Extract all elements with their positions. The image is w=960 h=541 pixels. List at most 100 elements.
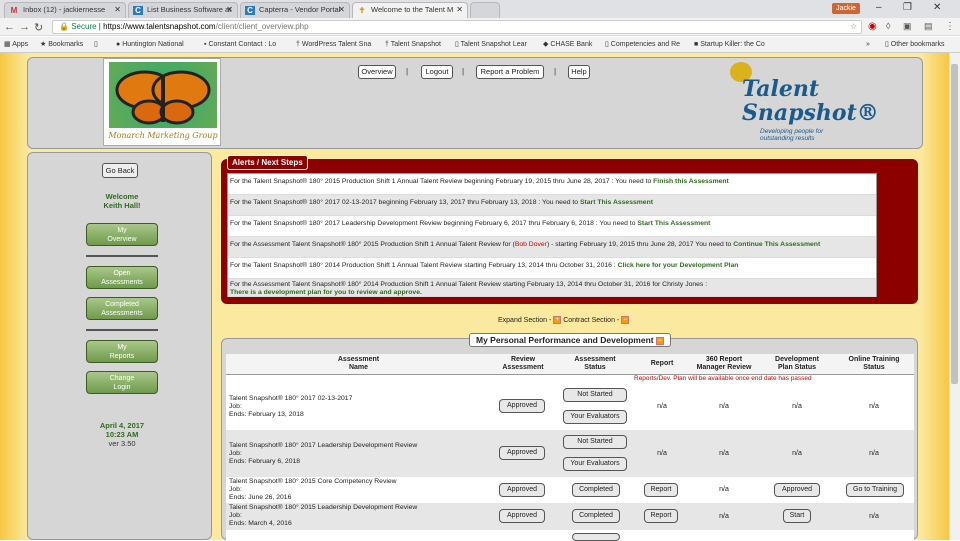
review-approved-button[interactable]: Approved bbox=[499, 446, 545, 460]
sidebar-divider bbox=[86, 329, 158, 331]
alert-link[interactable]: There is a development plan for you to r… bbox=[230, 289, 422, 296]
dev-plan-approved-button[interactable]: Approved bbox=[774, 483, 820, 497]
alert-link[interactable]: Finish this Assessment bbox=[653, 178, 729, 185]
nav-separator: | bbox=[554, 67, 557, 76]
report-button[interactable]: Report bbox=[644, 483, 678, 497]
close-tab-icon[interactable]: ✕ bbox=[338, 3, 345, 17]
gmail-icon: M bbox=[10, 6, 18, 15]
capterra-icon: C bbox=[133, 6, 143, 15]
table-row bbox=[226, 530, 914, 541]
alert-row: For the Assessment Talent Snapshot® 180°… bbox=[228, 279, 876, 297]
status-completed-button[interactable]: Completed bbox=[572, 509, 620, 523]
bookmark-talent-learn[interactable]: ▯ Talent Snapshot Lear bbox=[455, 37, 527, 52]
your-evaluators-button[interactable]: Your Evaluators bbox=[563, 410, 627, 424]
review-approved-button[interactable]: Approved bbox=[499, 483, 545, 497]
bookmark-startup-killer[interactable]: ■ Startup Killer: the Co bbox=[694, 37, 765, 52]
new-tab-button[interactable] bbox=[470, 2, 500, 18]
bookmark-constant-contact[interactable]: ▪ Constant Contact : Lo bbox=[204, 37, 276, 52]
back-arrow-icon[interactable]: ← bbox=[4, 21, 15, 33]
your-evaluators-button[interactable]: Your Evaluators bbox=[563, 457, 627, 471]
extension-icon[interactable]: ▤ bbox=[924, 21, 933, 32]
window-close-icon[interactable]: ✕ bbox=[933, 2, 941, 13]
table-note: Reports/Dev. Plan will be available once… bbox=[226, 375, 914, 383]
menu-dots-icon[interactable]: ⋮ bbox=[945, 21, 955, 32]
help-link[interactable]: Help bbox=[568, 65, 590, 79]
bookmark-talent-snapshot[interactable]: † Talent Snapshot bbox=[385, 37, 441, 52]
my-reports-button[interactable]: My Reports bbox=[86, 340, 158, 363]
alerts-title: Alerts / Next Steps bbox=[227, 155, 308, 170]
status-button[interactable]: Not Started bbox=[563, 435, 627, 449]
restore-icon[interactable]: ❐ bbox=[903, 2, 912, 13]
bookmark-chase[interactable]: ◆ CHASE Bank bbox=[543, 37, 592, 52]
forward-arrow-icon[interactable]: → bbox=[19, 21, 30, 33]
col-360-report: 360 Report Manager Review bbox=[696, 356, 752, 371]
col-online-training: Online Training Status bbox=[848, 356, 900, 371]
tab-list-business[interactable]: C List Business Software at ✕ bbox=[128, 2, 238, 18]
table-row: Talent Snapshot® 180° 2017 Leadership De… bbox=[226, 430, 914, 477]
report-button[interactable]: Report bbox=[644, 509, 678, 523]
alert-row: For the Talent Snapshot® 180° 2015 Produ… bbox=[228, 174, 876, 195]
status-completed-button[interactable]: Completed bbox=[572, 483, 620, 497]
dev-plan-start-button[interactable]: Start bbox=[783, 509, 811, 523]
url-field[interactable]: 🔒 Secure | https://www.talentsnapshot.co… bbox=[52, 20, 862, 34]
date-display: April 4, 2017 10:23 AM ver 3.50 bbox=[99, 421, 145, 448]
open-assessments-button[interactable]: Open Assessments bbox=[86, 266, 158, 289]
contract-icon[interactable]: − bbox=[621, 316, 630, 324]
bookmark-wordpress[interactable]: † WordPress Talent Sna bbox=[296, 37, 371, 52]
bookmark-huntington[interactable]: ● Huntington National bbox=[116, 37, 184, 52]
bookmark-apps[interactable]: ▦ Apps bbox=[4, 37, 28, 52]
go-back-button[interactable]: Go Back bbox=[102, 163, 138, 178]
alert-link[interactable]: Start This Assessment bbox=[637, 220, 710, 227]
go-to-training-button[interactable]: Go to Training bbox=[846, 483, 904, 497]
close-tab-icon[interactable]: ✕ bbox=[456, 3, 463, 17]
bookmark-other[interactable]: ▯ Other bookmarks bbox=[885, 37, 944, 52]
status-button[interactable]: Not Started bbox=[563, 388, 627, 402]
bookmark-blank[interactable]: ▯ bbox=[94, 37, 98, 52]
col-assessment-status: Assessment Status bbox=[574, 356, 616, 371]
section-title: My Personal Performance and Development … bbox=[469, 333, 671, 347]
nav-separator: | bbox=[462, 67, 465, 76]
completed-assessments-button[interactable]: Completed Assessments bbox=[86, 297, 158, 320]
extension-icon[interactable]: ▣ bbox=[903, 21, 912, 32]
close-tab-icon[interactable]: ✕ bbox=[114, 3, 121, 17]
expand-icon[interactable]: + bbox=[553, 316, 562, 324]
alert-row: For the Talent Snapshot® 180° 2017 02-13… bbox=[228, 195, 876, 216]
minimize-icon[interactable]: – bbox=[876, 2, 882, 13]
review-approved-button[interactable]: Approved bbox=[499, 399, 545, 413]
star-icon[interactable]: ☆ bbox=[850, 21, 857, 33]
col-report: Report bbox=[650, 360, 674, 367]
collapse-icon[interactable]: − bbox=[656, 336, 664, 345]
review-approved-button[interactable]: Approved bbox=[499, 509, 545, 523]
bookmarks-bar: ▦ Apps ★ Bookmarks ▯ ● Huntington Nation… bbox=[0, 37, 960, 53]
address-bar-row: ← → ↻ 🔒 Secure | https://www.talentsnaps… bbox=[0, 18, 960, 36]
sidebar-divider bbox=[86, 255, 158, 257]
bookmark-bookmarks[interactable]: ★ Bookmarks bbox=[40, 37, 83, 52]
alert-link[interactable]: Click here for your Development Plan bbox=[618, 262, 739, 269]
extension-icon[interactable]: ◉ bbox=[868, 21, 877, 32]
bookmarks-overflow[interactable]: » bbox=[866, 37, 870, 52]
table-header: Assessment Name Review Assessment Assessme… bbox=[226, 354, 914, 375]
section-toggle: Expand Section - + Contract Section - − bbox=[498, 316, 630, 324]
lock-icon: 🔒 bbox=[59, 22, 69, 31]
report-problem-link[interactable]: Report a Problem bbox=[476, 65, 544, 79]
tab-gmail[interactable]: M Inbox (12) - jackiernesse ✕ bbox=[4, 2, 126, 18]
extension-icon[interactable]: ◊ bbox=[886, 21, 890, 31]
alert-row: For the Talent Snapshot® 180° 2014 Produ… bbox=[228, 258, 876, 279]
nav-separator: | bbox=[406, 67, 409, 76]
col-review-assessment: Review Assessment bbox=[502, 356, 544, 371]
close-tab-icon[interactable]: ✕ bbox=[226, 3, 233, 17]
browser-tab-bar: M Inbox (12) - jackiernesse ✕ C List Busine… bbox=[0, 0, 960, 18]
bookmark-competencies[interactable]: ▯ Competencies and Re bbox=[605, 37, 680, 52]
change-login-button[interactable]: Change Login bbox=[86, 371, 158, 394]
overview-link[interactable]: Overview bbox=[358, 65, 396, 79]
my-overview-button[interactable]: My Overview bbox=[86, 223, 158, 246]
logout-link[interactable]: Logout bbox=[421, 65, 453, 79]
reload-icon[interactable]: ↻ bbox=[34, 21, 43, 34]
alert-link[interactable]: Start This Assessment bbox=[580, 199, 653, 206]
tab-talent-snapshot[interactable]: ✝ Welcome to the Talent M ✕ bbox=[352, 2, 468, 18]
tab-capterra[interactable]: C Capterra - Vendor Portal ✕ bbox=[240, 2, 350, 18]
company-logo: Monarch Marketing Group bbox=[103, 58, 221, 146]
scrollbar-thumb[interactable] bbox=[951, 64, 958, 384]
user-badge[interactable]: Jackie bbox=[832, 3, 860, 14]
alert-link[interactable]: Continue This Assessment bbox=[733, 241, 820, 248]
